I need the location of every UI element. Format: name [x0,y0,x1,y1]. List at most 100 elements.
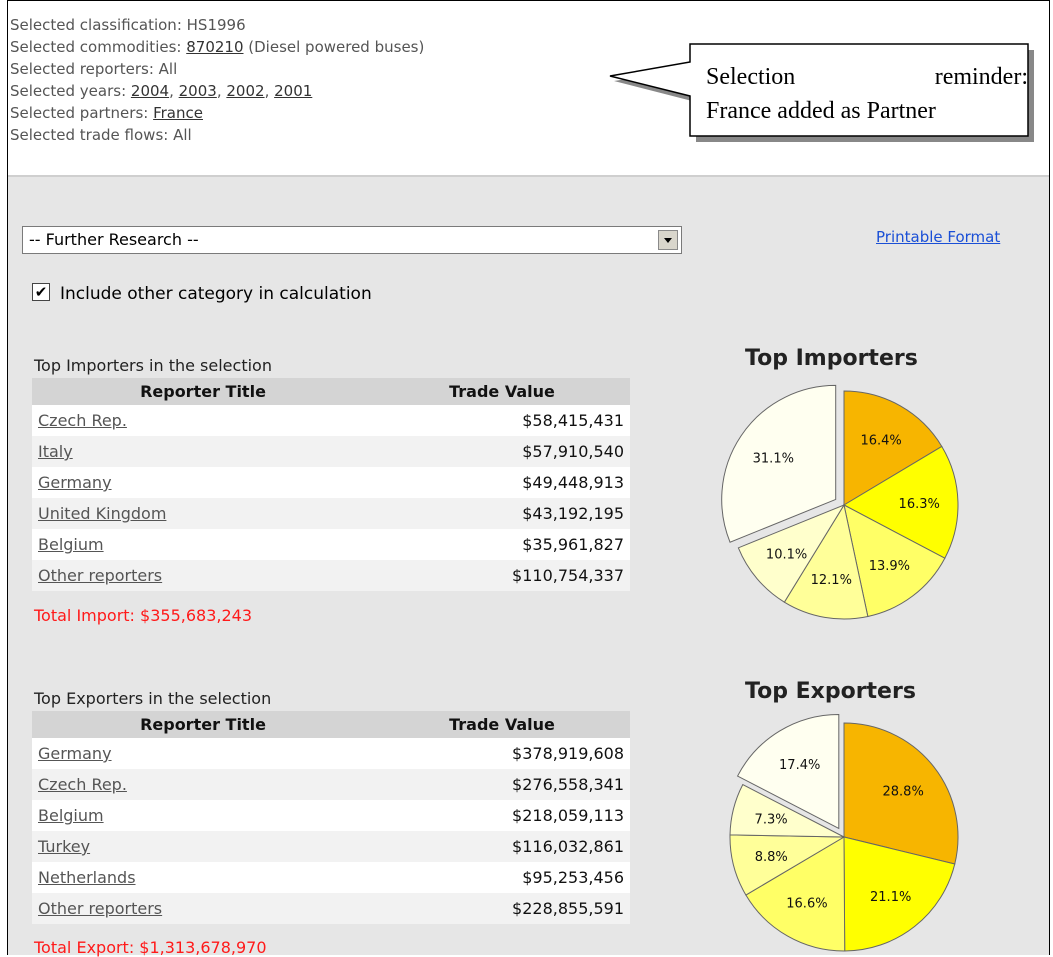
reporter-link[interactable]: Czech Rep. [32,775,468,794]
reporter-link[interactable]: Italy [32,442,468,461]
commodities-row: Selected commodities: 870210 (Diesel pow… [10,36,424,58]
callout-line1-a: Selection [706,64,796,90]
trade-value: $378,919,608 [512,744,624,763]
table-header: Reporter Title Trade Value [32,711,630,738]
reporter-link[interactable]: Czech Rep. [32,411,468,430]
flows-label: Selected trade flows: [10,126,174,144]
pie-slice-label: 16.6% [786,896,827,911]
reporter-link[interactable]: Turkey [32,837,468,856]
commodity-description: (Diesel powered buses) [243,38,425,56]
table-row: United Kingdom $43,192,195 [32,498,630,529]
flows-row: Selected trade flows: All [10,124,424,146]
trade-value: $110,754,337 [512,566,624,585]
table-body: Germany $378,919,608 Czech Rep. $276,558,3… [32,738,630,924]
reporters-label: Selected reporters: [10,60,159,78]
flows-value: All [173,126,192,144]
col-reporter-title: Reporter Title [140,382,266,401]
include-other-label: Include other category in calculation [60,284,372,304]
importers-pie-chart: 16.4% 16.3% 13.9% 12.1% 10.1% 31.1% [721,384,959,620]
pie-slice-label: 8.8% [755,850,788,865]
year-link[interactable]: 2002 [226,82,264,100]
table-row: Czech Rep. $276,558,341 [32,769,630,800]
partners-label: Selected partners: [10,104,154,122]
classification-label: Selected classification: [10,16,187,34]
years-row: Selected years: 2004, 2003, 2002, 2001 [10,82,313,100]
further-research-select[interactable]: -- Further Research -- [22,226,682,254]
pie-slice-label: 16.3% [899,497,940,512]
selection-summary: Selected classification: HS1996 Selected… [10,14,424,146]
reporter-link[interactable]: Other reporters [32,899,468,918]
further-research-value: -- Further Research -- [29,230,199,249]
importers-table: Reporter Title Trade Value Czech Rep. $58… [32,378,630,591]
callout-line2: France added as Partner [706,98,936,124]
exporters-table: Reporter Title Trade Value Germany $378,9… [32,711,630,924]
total-import: Total Import: $355,683,243 [34,606,252,625]
table-row: Other reporters $228,855,591 [32,893,630,924]
year-link[interactable]: 2004 [131,82,169,100]
classification-row: Selected classification: HS1996 [10,14,424,36]
table-row: Czech Rep. $58,415,431 [32,405,630,436]
table-row: Turkey $116,032,861 [32,831,630,862]
include-other-checkbox[interactable]: ✔ [32,283,50,301]
importers-caption: Top Importers in the selection [34,356,272,375]
year-link[interactable]: 2003 [179,82,217,100]
table-row: Germany $49,448,913 [32,467,630,498]
exporters-chart-title: Top Exporters [745,679,916,704]
partners-row: Selected partners: France [10,102,424,124]
table-body: Czech Rep. $58,415,431 Italy $57,910,540 G… [32,405,630,591]
callout-line1-b: reminder: [934,64,1028,90]
pie-slice-label: 13.9% [869,559,910,574]
classification-value: HS1996 [186,16,246,34]
callout-text: Selection reminder: France added as Partn… [706,60,1028,128]
pie-slice-label: 31.1% [753,451,794,466]
reporter-link[interactable]: Netherlands [32,868,468,887]
trade-value: $95,253,456 [522,868,624,887]
year-link[interactable]: 2001 [274,82,312,100]
table-row: Belgium $35,961,827 [32,529,630,560]
pie-slice-label: 21.1% [870,890,911,905]
table-row: Other reporters $110,754,337 [32,560,630,591]
trade-value: $35,961,827 [522,535,624,554]
pie-slice-label: 17.4% [779,758,820,773]
trade-value: $116,032,861 [512,837,624,856]
partner-link[interactable]: France [153,104,203,122]
pie-slice-label: 12.1% [811,573,852,588]
pie-slice-label: 16.4% [860,434,901,449]
years-label: Selected years: [10,82,131,100]
exporters-pie-chart: 28.8% 21.1% 16.6% 8.8% 7.3% 17.4% [729,713,959,952]
col-trade-value: Trade Value [449,382,555,401]
trade-value: $218,059,113 [512,806,624,825]
importers-chart-title: Top Importers [745,346,918,371]
total-export: Total Export: $1,313,678,970 [34,938,267,957]
pie-slice-label: 7.3% [755,813,788,828]
exporters-caption: Top Exporters in the selection [34,689,272,708]
pie-slice-label: 10.1% [766,548,807,563]
table-header: Reporter Title Trade Value [32,378,630,405]
reporter-link[interactable]: United Kingdom [32,504,468,523]
pie-slice-label: 28.8% [883,785,924,800]
reporter-link[interactable]: Belgium [32,806,468,825]
table-row: Italy $57,910,540 [32,436,630,467]
reporter-link[interactable]: Germany [32,473,468,492]
reporters-row: Selected reporters: All [10,58,424,80]
reporter-link[interactable]: Belgium [32,535,468,554]
table-row: Netherlands $95,253,456 [32,862,630,893]
table-row: Belgium $218,059,113 [32,800,630,831]
reporters-value: All [158,60,178,78]
commodities-label: Selected commodities: [10,38,187,56]
trade-value: $43,192,195 [522,504,624,523]
reporter-link[interactable]: Other reporters [32,566,468,585]
checkmark-icon: ✔ [34,283,48,301]
commodity-code-link[interactable]: 870210 [186,38,243,56]
col-trade-value: Trade Value [449,715,555,734]
trade-value: $276,558,341 [512,775,624,794]
trade-value: $49,448,913 [522,473,624,492]
chevron-down-icon[interactable] [658,230,678,250]
reporter-link[interactable]: Germany [32,744,468,763]
frame-right-border [1049,0,1050,955]
col-reporter-title: Reporter Title [140,715,266,734]
trade-value: $58,415,431 [522,411,624,430]
printable-format-link[interactable]: Printable Format [876,228,1000,246]
trade-value: $57,910,540 [522,442,624,461]
trade-value: $228,855,591 [512,899,624,918]
